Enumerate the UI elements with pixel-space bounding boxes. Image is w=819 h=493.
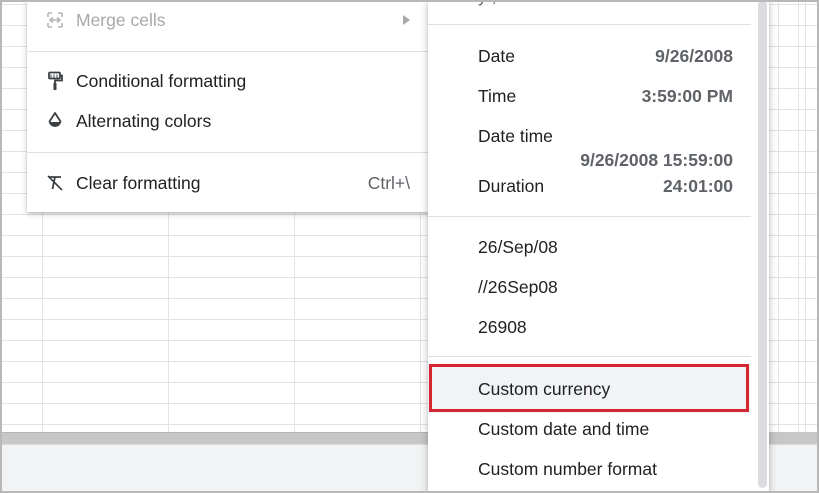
menu-item-label: Clear formatting [76, 172, 201, 193]
menu-item-merge-cells[interactable]: Merge cells [27, 2, 430, 38]
paint-roller-icon [45, 71, 65, 91]
menu-divider [428, 216, 751, 217]
format-example: 24:01:00 [662, 176, 733, 196]
menu-item-label: Conditional formatting [76, 70, 247, 91]
horizontal-scrollbar-track[interactable] [765, 432, 819, 444]
format-example: 9/26/2008 [655, 46, 733, 66]
cut-off-menu-item: y , [478, 0, 496, 7]
menu-item-clear-formatting[interactable]: Clear formatting Ctrl+\ [27, 165, 430, 201]
vertical-scrollbar[interactable] [758, 0, 767, 488]
menu-divider [27, 51, 430, 52]
format-example: 3:59:00 PM [641, 86, 733, 106]
menu-item-label: //26Sep08 [478, 277, 558, 297]
menu-divider [428, 356, 751, 357]
format-example: 9/26/2008 15:59:00 [580, 150, 733, 170]
horizontal-scrollbar[interactable] [0, 432, 430, 444]
merge-cells-icon [45, 10, 65, 30]
annotation-highlight-box [429, 364, 749, 412]
menu-item-label: Custom date and time [478, 419, 650, 439]
number-format-submenu: y , Date 9/26/2008 Time 3:59:00 PM Date … [428, 0, 769, 493]
menu-item-label: Merge cells [76, 9, 166, 30]
menu-item-conditional-formatting[interactable]: Conditional formatting [27, 63, 430, 99]
menu-item-label: 26/Sep/08 [478, 237, 558, 257]
menu-item-label: Time [478, 86, 517, 106]
keyboard-shortcut: Ctrl+\ [367, 172, 410, 193]
menu-item-label: Custom number format [478, 459, 657, 479]
menu-divider [428, 24, 751, 25]
menu-divider [27, 152, 430, 153]
menu-item-label: 26908 [478, 317, 527, 337]
format-menu: Merge cells Conditional formatting Alter… [27, 0, 430, 212]
menu-item-label: Alternating colors [76, 110, 212, 131]
spreadsheet-grid-right[interactable] [765, 0, 819, 432]
color-drop-icon [45, 111, 65, 131]
clear-format-icon [45, 173, 65, 193]
menu-item-label: Date [478, 46, 515, 66]
menu-item-label: Duration [478, 176, 545, 196]
chevron-right-icon [403, 15, 410, 25]
menu-item-alternating-colors[interactable]: Alternating colors [27, 103, 430, 139]
menu-item-label: Date time [478, 126, 553, 146]
